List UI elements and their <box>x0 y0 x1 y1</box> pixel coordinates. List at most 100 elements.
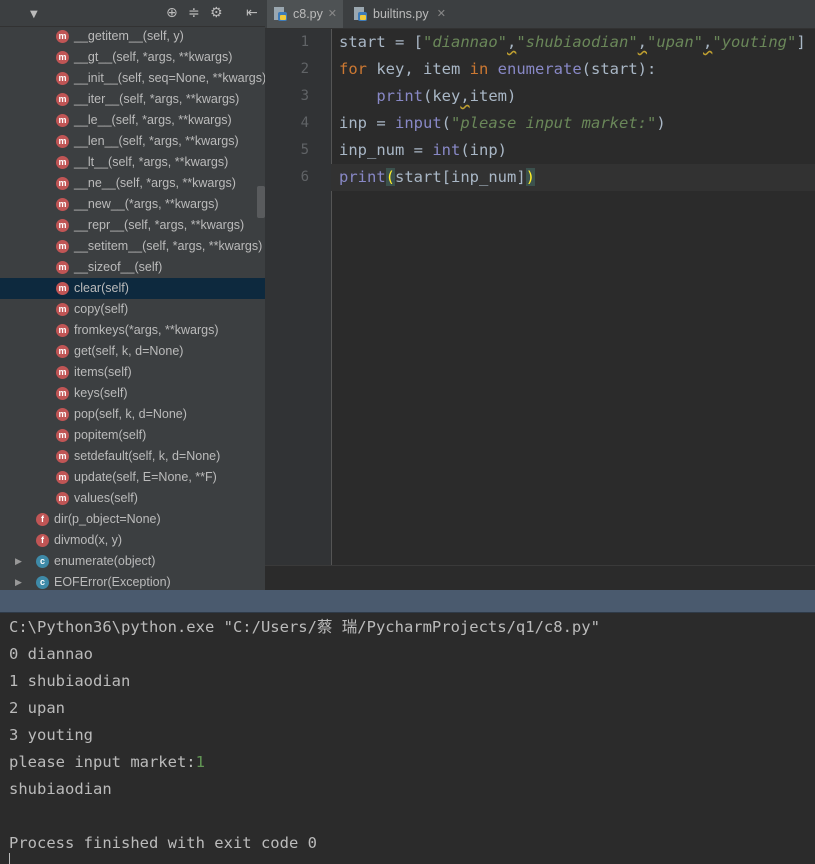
structure-item-label: get(self, k, d=None) <box>74 344 184 358</box>
structure-item-label: setdefault(self, k, d=None) <box>74 449 221 463</box>
method-icon: m <box>56 324 69 337</box>
method-icon: m <box>56 51 69 64</box>
pin-left-icon[interactable]: ⇤ <box>246 4 258 22</box>
console-user-input: 1 <box>195 753 205 771</box>
structure-item-label: __ne__(self, *args, **kwargs) <box>74 176 236 190</box>
structure-item[interactable]: m __new__(*args, **kwargs) <box>0 194 265 215</box>
chevron-down-icon[interactable]: ▼ <box>30 6 38 24</box>
console-caret <box>9 853 10 864</box>
code-line[interactable]: print(key,item) <box>339 83 516 110</box>
structure-item[interactable]: m pop(self, k, d=None) <box>0 404 265 425</box>
console-line: 0 diannao <box>9 645 93 663</box>
structure-scrollbar[interactable] <box>257 186 265 218</box>
line-number: 5 <box>300 142 309 158</box>
structure-item[interactable]: m __init__(self, seq=None, **kwargs) <box>0 68 265 89</box>
expand-arrow-icon[interactable]: ▶ <box>15 572 22 590</box>
line-number-gutter: 1 2 3 4 5 6 <box>265 29 332 565</box>
method-icon: m <box>56 135 69 148</box>
line-number: 6 <box>300 169 309 185</box>
gear-icon[interactable]: ⚙ <box>210 4 223 22</box>
method-icon: m <box>56 198 69 211</box>
method-icon: m <box>56 114 69 127</box>
run-panel-header <box>0 590 815 613</box>
structure-item[interactable]: m setdefault(self, k, d=None) <box>0 446 265 467</box>
method-icon: m <box>56 156 69 169</box>
structure-item[interactable]: m keys(self) <box>0 383 265 404</box>
method-icon: m <box>56 471 69 484</box>
console-line: Process finished with exit code 0 <box>9 834 317 852</box>
function-icon: f <box>36 513 49 526</box>
line-number: 2 <box>300 61 309 77</box>
method-icon: m <box>56 303 69 316</box>
code-line-current[interactable]: print(start[inp_num]) <box>331 164 815 191</box>
structure-item[interactable]: m items(self) <box>0 362 265 383</box>
expand-arrow-icon[interactable]: ▶ <box>15 551 22 572</box>
structure-item-label: popitem(self) <box>74 428 147 442</box>
structure-item[interactable]: m update(self, E=None, **F) <box>0 467 265 488</box>
function-icon: f <box>36 534 49 547</box>
structure-item[interactable]: ▶ c enumerate(object) <box>0 551 265 572</box>
structure-item[interactable]: f dir(p_object=None) <box>0 509 265 530</box>
code-line[interactable]: inp_num = int(inp) <box>339 137 507 164</box>
close-icon[interactable]: ✕ <box>437 0 446 28</box>
tab-c8-py[interactable]: c8.py ✕ <box>267 0 343 28</box>
target-icon[interactable]: ⊕ <box>166 4 178 22</box>
structure-item[interactable]: m __len__(self, *args, **kwargs) <box>0 131 265 152</box>
structure-item-label: EOFError(Exception) <box>54 575 171 589</box>
structure-tree: m __getitem__(self, y) m __gt__(self, *args… <box>0 26 265 590</box>
structure-item[interactable]: m __getitem__(self, y) <box>0 26 265 47</box>
console-line: 2 upan <box>9 699 65 717</box>
structure-item[interactable]: m __gt__(self, *args, **kwargs) <box>0 47 265 68</box>
method-icon: m <box>56 492 69 505</box>
structure-item[interactable]: m __iter__(self, *args, **kwargs) <box>0 89 265 110</box>
structure-item[interactable]: m __repr__(self, *args, **kwargs) <box>0 215 265 236</box>
structure-item-label: update(self, E=None, **F) <box>74 470 217 484</box>
structure-item[interactable]: m values(self) <box>0 488 265 509</box>
structure-item-label: __len__(self, *args, **kwargs) <box>74 134 239 148</box>
structure-item[interactable]: m __setitem__(self, *args, **kwargs) <box>0 236 265 257</box>
class-icon: c <box>36 555 49 568</box>
editor-footer <box>265 565 815 591</box>
structure-item[interactable]: m get(self, k, d=None) <box>0 341 265 362</box>
line-number: 4 <box>300 115 309 131</box>
structure-item[interactable]: f divmod(x, y) <box>0 530 265 551</box>
tab-label: builtins.py <box>373 7 429 21</box>
structure-item-label: __gt__(self, *args, **kwargs) <box>74 50 233 64</box>
console-line: C:\Python36\python.exe "C:/Users/蔡 瑞/Pyc… <box>9 618 600 636</box>
structure-item-label: __new__(*args, **kwargs) <box>74 197 219 211</box>
structure-item[interactable]: m __le__(self, *args, **kwargs) <box>0 110 265 131</box>
structure-item[interactable]: ▶ c EOFError(Exception) <box>0 572 265 590</box>
structure-item-label: values(self) <box>74 491 138 505</box>
code-line[interactable]: inp = input("please input market:") <box>339 110 666 137</box>
structure-item-label: divmod(x, y) <box>54 533 123 547</box>
structure-item[interactable]: m copy(self) <box>0 299 265 320</box>
code-line[interactable]: start = ["diannao","shubiaodian","upan",… <box>339 29 806 56</box>
line-number: 1 <box>300 34 309 50</box>
structure-item-label: __le__(self, *args, **kwargs) <box>74 113 232 127</box>
structure-item-label: clear(self) <box>74 281 129 295</box>
python-file-icon <box>354 7 367 21</box>
method-icon: m <box>56 30 69 43</box>
run-console[interactable]: C:\Python36\python.exe "C:/Users/蔡 瑞/Pyc… <box>0 613 815 864</box>
structure-item[interactable]: m popitem(self) <box>0 425 265 446</box>
method-icon: m <box>56 219 69 232</box>
structure-item-label: copy(self) <box>74 302 129 316</box>
code-line[interactable]: for key, item in enumerate(start): <box>339 56 656 83</box>
structure-item[interactable]: m __lt__(self, *args, **kwargs) <box>0 152 265 173</box>
code-editor[interactable]: 1 2 3 4 5 6 start = ["diannao","shubiaod… <box>265 29 815 565</box>
method-icon: m <box>56 387 69 400</box>
structure-item[interactable]: m clear(self) <box>0 278 265 299</box>
tab-builtins-py[interactable]: builtins.py ✕ <box>347 0 452 28</box>
method-icon: m <box>56 177 69 190</box>
structure-item[interactable]: m __ne__(self, *args, **kwargs) <box>0 173 265 194</box>
structure-item[interactable]: m __sizeof__(self) <box>0 257 265 278</box>
close-icon[interactable]: ✕ <box>328 0 337 28</box>
structure-item-label: __getitem__(self, y) <box>74 29 184 43</box>
method-icon: m <box>56 408 69 421</box>
structure-item[interactable]: m fromkeys(*args, **kwargs) <box>0 320 265 341</box>
console-line: shubiaodian <box>9 780 112 798</box>
class-icon: c <box>36 576 49 589</box>
split-icon[interactable]: ≑ <box>188 4 200 22</box>
method-icon: m <box>56 93 69 106</box>
structure-item-label: fromkeys(*args, **kwargs) <box>74 323 219 337</box>
